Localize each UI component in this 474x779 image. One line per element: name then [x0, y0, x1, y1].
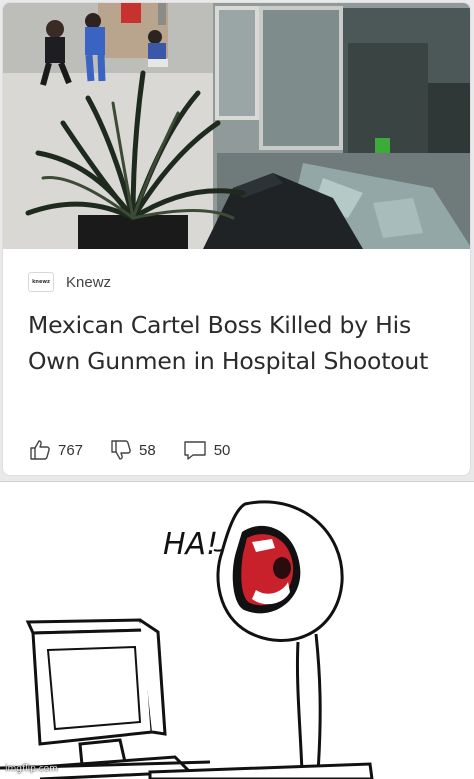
source-row[interactable]: knewz Knewz [28, 270, 111, 294]
reaction-bar: 767 58 50 [28, 436, 256, 464]
dislike-button[interactable]: 58 [109, 438, 156, 462]
comment-bubble-icon [184, 441, 206, 460]
dislike-count: 58 [139, 441, 156, 459]
comments-button[interactable]: 50 [182, 438, 231, 462]
like-button[interactable]: 767 [28, 438, 83, 462]
watermark: imgflip.com [5, 764, 58, 774]
article-headline[interactable]: Mexican Cartel Boss Killed by His Own Gu… [28, 307, 458, 379]
comment-count: 50 [213, 441, 231, 459]
like-count: 767 [58, 441, 84, 459]
source-logo-text: knewz [32, 279, 50, 285]
thumbs-up-icon [30, 440, 50, 460]
source-logo: knewz [28, 272, 54, 292]
article-photo[interactable] [3, 3, 471, 249]
news-card[interactable]: knewz Knewz Mexican Cartel Boss Killed b… [2, 2, 471, 476]
comic-panel: HA! [0, 481, 474, 779]
source-name[interactable]: Knewz [66, 274, 111, 291]
thumbs-down-icon [111, 440, 131, 460]
laughing-meme-illustration: HA! [0, 500, 374, 779]
comic-exclamation: HA! [163, 527, 218, 562]
news-screenshot-panel: knewz Knewz Mexican Cartel Boss Killed b… [0, 0, 474, 481]
